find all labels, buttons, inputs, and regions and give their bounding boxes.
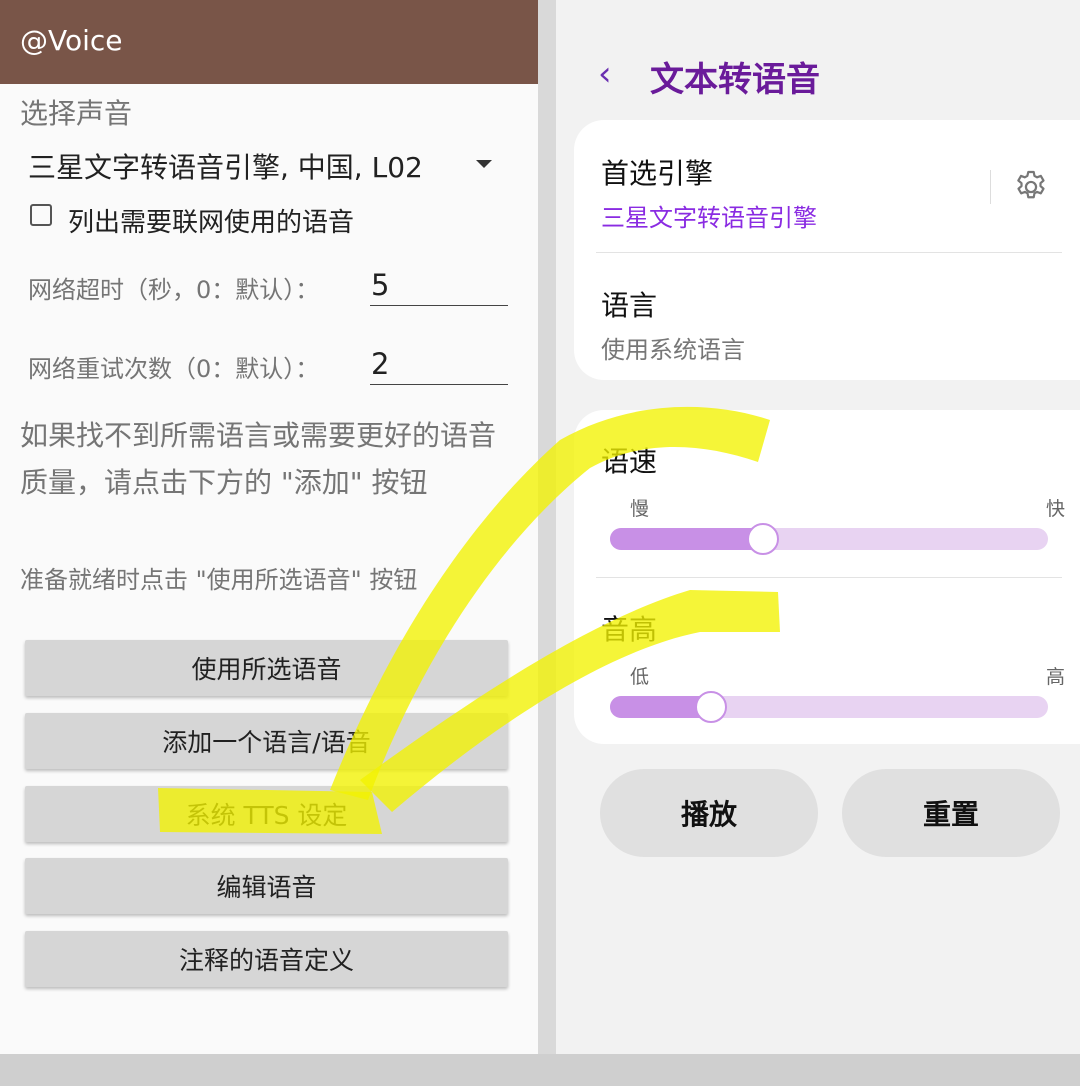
help-text: 如果找不到所需语言或需要更好的语音质量，请点击下方的 "添加" 按钮 [20,419,497,499]
edit-voice-button[interactable]: 编辑语音 [25,858,508,914]
network-voices-checkbox-label: 列出需要联网使用的语音 [68,208,355,238]
speech-rate-min-label: 慢 [630,498,650,520]
speech-rate-slider-thumb[interactable] [747,523,779,555]
speech-rate-slider-fill [610,528,763,550]
network-retries-label: 网络重试次数（0：默认）： [28,355,320,383]
language-label: 语言 [601,289,658,322]
speech-rate-slider[interactable] [610,528,1048,550]
divider [596,252,1062,253]
rate-pitch-card: 语速 慢 快 音高 低 高 [574,410,1080,744]
speech-rate-max-label: 快 [1046,498,1066,520]
chevron-left-icon[interactable]: ‹ [598,54,612,94]
bottom-edge [0,1054,1080,1086]
gear-icon[interactable] [1012,168,1050,206]
network-voices-checkbox[interactable] [30,204,52,226]
app-title: @Voice [20,24,123,57]
app-bar: @Voice [0,0,538,84]
network-timeout-input[interactable]: 5 [370,268,508,306]
voice-dropdown[interactable]: 三星文字转语音引擎, 中国, L02 [28,146,508,186]
dropdown-arrow-icon [476,160,492,168]
play-button[interactable]: 播放 [600,769,818,857]
divider [596,577,1062,578]
tts-settings-panel: ‹ 文本转语音 首选引擎 三星文字转语音引擎 语言 使用系统语言 语速 慢 快 … [556,0,1080,1066]
annotated-voice-definitions-button[interactable]: 注释的语音定义 [25,931,508,987]
page-title: 文本转语音 [650,60,820,100]
reset-button[interactable]: 重置 [842,769,1060,857]
engine-language-card: 首选引擎 三星文字转语音引擎 语言 使用系统语言 [574,120,1080,380]
speech-rate-label: 语速 [601,445,658,478]
divider [990,170,991,204]
ready-text: 准备就绪时点击 "使用所选语音" 按钮 [20,566,418,594]
preferred-engine-label: 首选引擎 [601,157,714,190]
preferred-engine-value: 三星文字转语音引擎 [601,204,817,232]
at-voice-app-panel: @Voice 选择声音 三星文字转语音引擎, 中国, L02 列出需要联网使用的… [0,0,538,1054]
system-tts-settings-button[interactable]: 系统 TTS 设定 [25,786,508,842]
language-value: 使用系统语言 [601,336,745,364]
use-selected-voice-button[interactable]: 使用所选语音 [25,640,508,696]
voice-dropdown-value: 三星文字转语音引擎, 中国, L02 [28,151,423,184]
add-language-voice-button[interactable]: 添加一个语言/语音 [25,713,508,769]
pitch-slider-thumb[interactable] [695,691,727,723]
network-timeout-label: 网络超时（秒，0：默认）： [28,276,320,304]
network-retries-input[interactable]: 2 [370,347,508,385]
pitch-slider[interactable] [610,696,1048,718]
select-voice-label: 选择声音 [20,97,133,130]
pitch-label: 音高 [601,613,658,646]
pitch-max-label: 高 [1046,666,1066,688]
pitch-min-label: 低 [630,666,650,688]
